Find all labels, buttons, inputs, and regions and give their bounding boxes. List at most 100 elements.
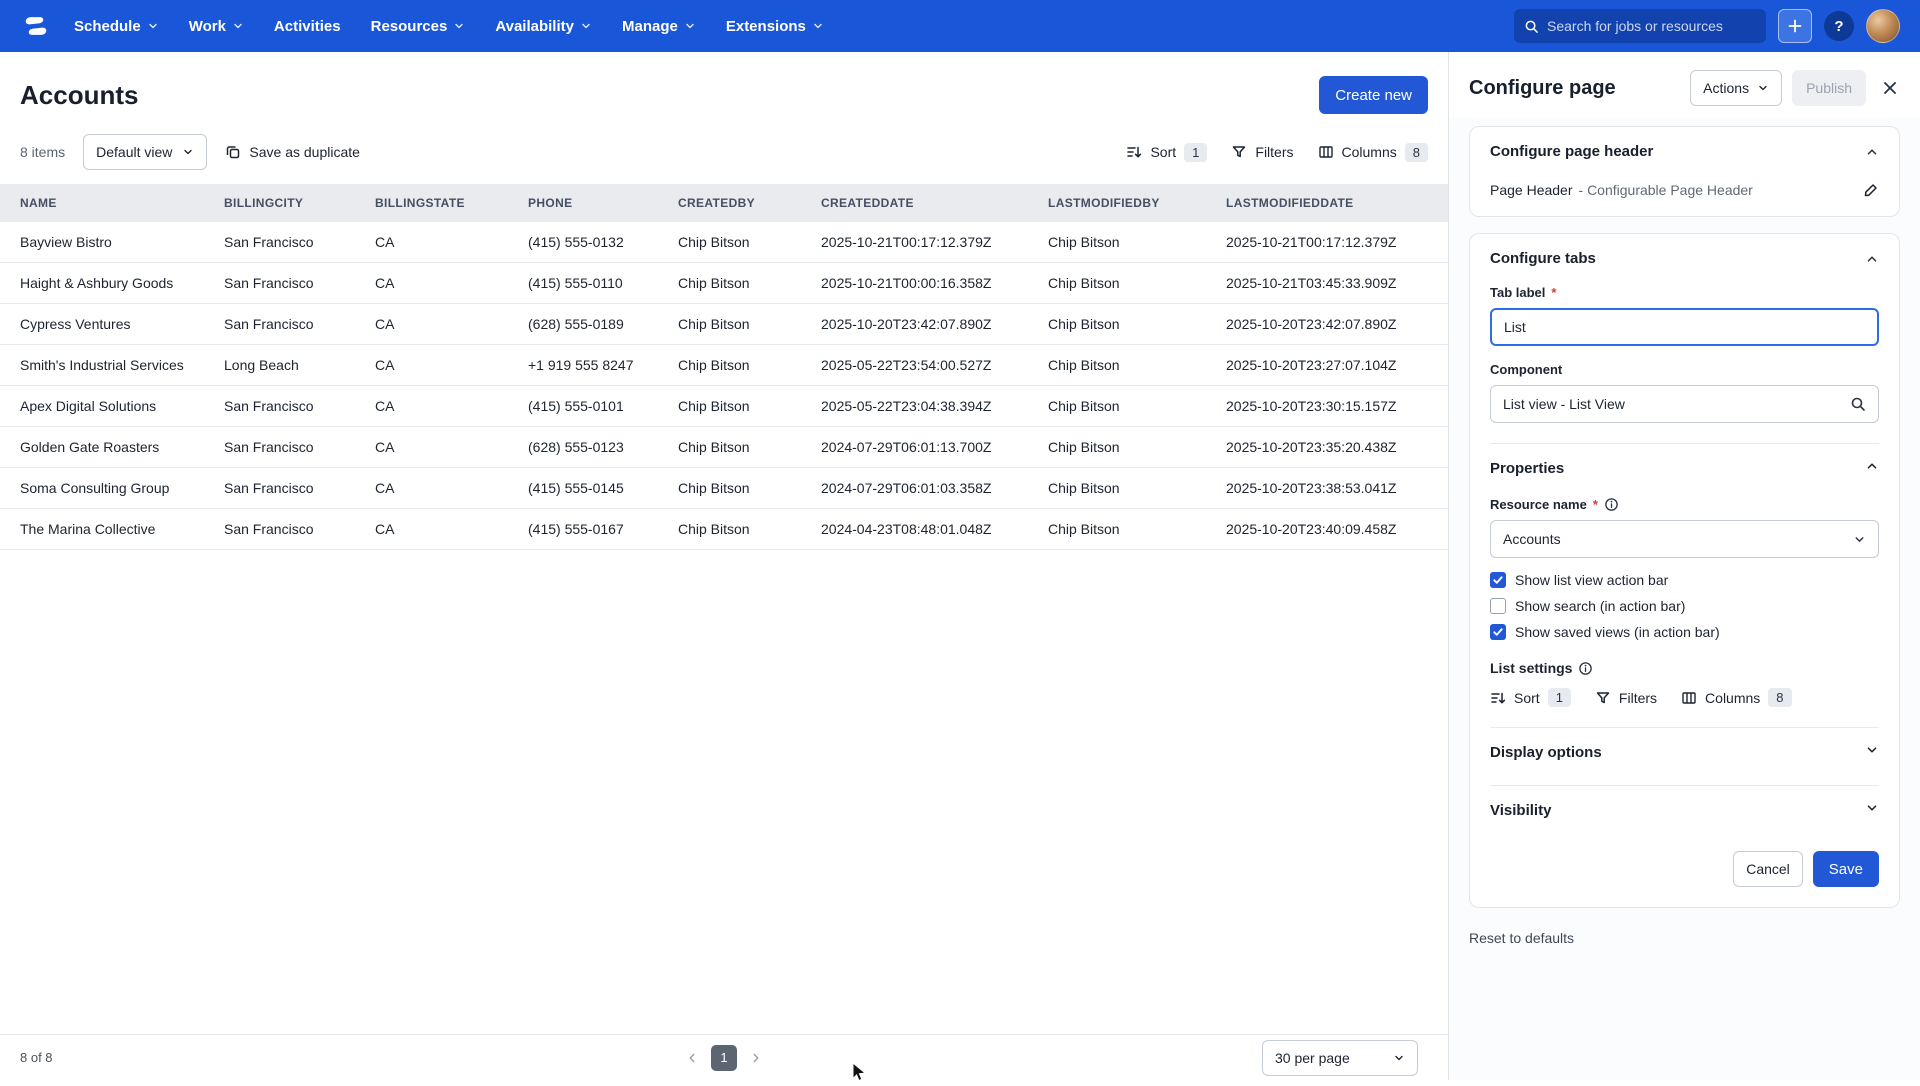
configure-page-header-toggle[interactable]: Configure page header <box>1470 127 1899 170</box>
tab-label-input[interactable] <box>1490 308 1879 346</box>
table-body: Bayview BistroSan FranciscoCA(415) 555-0… <box>0 222 1448 550</box>
sort-icon <box>1490 690 1506 706</box>
table-row[interactable]: Cypress VenturesSan FranciscoCA(628) 555… <box>0 304 1448 345</box>
close-icon[interactable] <box>1880 78 1900 98</box>
publish-button[interactable]: Publish <box>1792 70 1866 106</box>
panel-filters-button[interactable]: Filters <box>1595 690 1657 706</box>
pencil-icon <box>1863 182 1879 198</box>
chevron-down-icon <box>1393 1052 1405 1064</box>
checkbox-unchecked-icon[interactable] <box>1490 598 1506 614</box>
nav-item-work[interactable]: Work <box>189 18 244 35</box>
table-row[interactable]: The Marina CollectiveSan FranciscoCA(415… <box>0 509 1448 550</box>
save-button[interactable]: Save <box>1813 851 1879 887</box>
view-selector[interactable]: Default view <box>83 134 207 170</box>
table-cell: Haight & Ashbury Goods <box>0 263 212 304</box>
display-options-toggle[interactable]: Display options <box>1490 728 1879 765</box>
table-row[interactable]: Soma Consulting GroupSan FranciscoCA(415… <box>0 468 1448 509</box>
table-cell: Smith's Industrial Services <box>0 345 212 386</box>
table-cell: 2025-10-21T00:00:16.358Z <box>809 263 1036 304</box>
pagination-bar: 8 of 8 1 30 per page <box>0 1034 1448 1080</box>
checkbox-show-saved-views-in-action-bar[interactable]: Show saved views (in action bar) <box>1490 624 1879 640</box>
column-header-name[interactable]: NAME <box>0 184 212 222</box>
edit-page-header-button[interactable] <box>1863 182 1879 198</box>
sort-count-badge: 1 <box>1548 688 1571 707</box>
checkbox-show-list-view-action-bar[interactable]: Show list view action bar <box>1490 572 1879 588</box>
table-cell: Long Beach <box>212 345 363 386</box>
panel-sort-button[interactable]: Sort 1 <box>1490 688 1571 707</box>
visibility-toggle[interactable]: Visibility <box>1490 786 1879 823</box>
display-options-title: Display options <box>1490 744 1602 761</box>
columns-button[interactable]: Columns 8 <box>1318 143 1428 162</box>
column-header-billingcity[interactable]: BILLINGCITY <box>212 184 363 222</box>
page-1-button[interactable]: 1 <box>711 1045 737 1071</box>
table-cell: San Francisco <box>212 468 363 509</box>
table-cell: 2024-07-29T06:01:03.358Z <box>809 468 1036 509</box>
table-cell: Cypress Ventures <box>0 304 212 345</box>
filter-icon <box>1231 144 1247 160</box>
save-as-duplicate-button[interactable]: Save as duplicate <box>225 144 360 160</box>
table-row[interactable]: Golden Gate RoastersSan FranciscoCA(628)… <box>0 427 1448 468</box>
checkbox-show-search-in-action-bar[interactable]: Show search (in action bar) <box>1490 598 1879 614</box>
user-avatar[interactable] <box>1866 9 1900 43</box>
table-row[interactable]: Bayview BistroSan FranciscoCA(415) 555-0… <box>0 222 1448 263</box>
component-picker[interactable]: List view - List View <box>1490 385 1879 423</box>
column-header-billingstate[interactable]: BILLINGSTATE <box>363 184 516 222</box>
table-row[interactable]: Smith's Industrial ServicesLong BeachCA+… <box>0 345 1448 386</box>
chevron-down-icon <box>812 20 824 32</box>
resource-name-field-label: Resource name* <box>1490 497 1879 512</box>
nav-item-availability[interactable]: Availability <box>495 18 592 35</box>
info-icon[interactable] <box>1578 661 1593 676</box>
help-icon[interactable]: ? <box>1824 11 1854 41</box>
info-icon[interactable] <box>1604 497 1619 512</box>
filters-button[interactable]: Filters <box>1231 144 1293 160</box>
skedulo-logo-icon[interactable] <box>20 10 52 42</box>
table-cell: Soma Consulting Group <box>0 468 212 509</box>
table-cell: 2025-10-20T23:35:20.438Z <box>1214 427 1448 468</box>
table-cell: Bayview Bistro <box>0 222 212 263</box>
table-cell: Chip Bitson <box>1036 263 1214 304</box>
filters-label: Filters <box>1619 690 1657 706</box>
column-header-lastmodifieddate[interactable]: LASTMODIFIEDDATE <box>1214 184 1448 222</box>
resource-name-select[interactable]: Accounts <box>1490 520 1879 558</box>
table-cell: (415) 555-0145 <box>516 468 666 509</box>
per-page-select[interactable]: 30 per page <box>1262 1040 1418 1076</box>
panel-columns-button[interactable]: Columns 8 <box>1681 688 1791 707</box>
content: Accounts Create new 8 items Default view… <box>0 52 1920 1080</box>
nav-item-extensions[interactable]: Extensions <box>726 18 824 35</box>
configure-page-panel: Configure page Actions Publish Configure… <box>1448 52 1920 1080</box>
pager: 1 <box>685 1045 763 1071</box>
checkbox-checked-icon[interactable] <box>1490 624 1506 640</box>
global-create-button[interactable] <box>1778 9 1812 43</box>
table-row[interactable]: Haight & Ashbury GoodsSan FranciscoCA(41… <box>0 263 1448 304</box>
nav-item-label: Activities <box>274 18 341 35</box>
table-cell: (415) 555-0132 <box>516 222 666 263</box>
cancel-button[interactable]: Cancel <box>1733 851 1803 887</box>
previous-page-icon[interactable] <box>685 1051 699 1065</box>
reset-to-defaults-button[interactable]: Reset to defaults <box>1469 924 1574 952</box>
sort-button[interactable]: Sort 1 <box>1126 143 1207 162</box>
table-cell: Chip Bitson <box>1036 222 1214 263</box>
table-cell: 2025-10-20T23:42:07.890Z <box>1214 304 1448 345</box>
properties-toggle[interactable]: Properties <box>1490 444 1879 481</box>
columns-count-badge: 8 <box>1405 143 1428 162</box>
create-new-button[interactable]: Create new <box>1319 76 1428 114</box>
table-row[interactable]: Apex Digital SolutionsSan FranciscoCA(41… <box>0 386 1448 427</box>
global-search[interactable] <box>1514 9 1766 43</box>
component-field-label: Component <box>1490 362 1879 377</box>
nav-item-schedule[interactable]: Schedule <box>74 18 159 35</box>
nav-item-resources[interactable]: Resources <box>371 18 466 35</box>
configure-tabs-toggle[interactable]: Configure tabs <box>1470 234 1899 277</box>
column-header-createddate[interactable]: CREATEDDATE <box>809 184 1036 222</box>
nav-item-label: Extensions <box>726 18 806 35</box>
chevron-down-icon <box>453 20 465 32</box>
global-search-input[interactable] <box>1547 18 1756 34</box>
column-header-createdby[interactable]: CREATEDBY <box>666 184 809 222</box>
nav-item-manage[interactable]: Manage <box>622 18 696 35</box>
actions-button[interactable]: Actions <box>1690 70 1782 106</box>
nav-item-activities[interactable]: Activities <box>274 18 341 35</box>
checkbox-checked-icon[interactable] <box>1490 572 1506 588</box>
next-page-icon[interactable] <box>749 1051 763 1065</box>
column-header-phone[interactable]: PHONE <box>516 184 666 222</box>
chevron-down-icon <box>1853 533 1866 546</box>
column-header-lastmodifiedby[interactable]: LASTMODIFIEDBY <box>1036 184 1214 222</box>
